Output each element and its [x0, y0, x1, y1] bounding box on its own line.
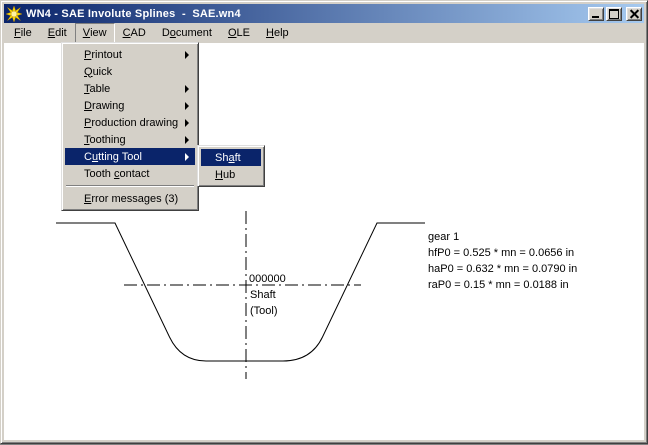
menu-item-label: Tooth contact — [84, 168, 149, 180]
submenu-item-shaft[interactable]: Shaft — [201, 149, 261, 166]
submenu-arrow-icon — [185, 102, 189, 110]
close-icon — [630, 9, 639, 18]
view-menu-item-quick[interactable]: Quick — [65, 63, 195, 80]
window-title: WN4 - SAE Involute Splines - SAE.wn4 — [26, 8, 241, 20]
minimize-icon — [592, 16, 599, 18]
view-menu-item-printout[interactable]: Printout — [65, 46, 195, 63]
maximize-icon — [609, 9, 619, 19]
view-menu-item-cutting-tool[interactable]: Cutting Tool — [65, 148, 195, 165]
app-window: WN4 - SAE Involute Splines - SAE.wn4 Fil… — [0, 0, 648, 444]
menu-document[interactable]: Document — [154, 23, 220, 43]
sun-icon[interactable] — [6, 6, 22, 22]
view-menu-item-toothing[interactable]: Toothing — [65, 131, 195, 148]
view-menu-item-tooth-contact[interactable]: Tooth contact — [65, 165, 195, 182]
window-controls — [586, 7, 642, 21]
menu-ole[interactable]: OLE — [220, 23, 258, 43]
submenu-arrow-icon — [185, 85, 189, 93]
menu-item-label: Quick — [84, 66, 112, 78]
menu-view[interactable]: View — [75, 23, 115, 43]
minimize-button[interactable] — [588, 7, 604, 21]
menu-item-label: Shaft — [215, 152, 241, 164]
submenu-arrow-icon — [185, 51, 189, 59]
view-menu-item-error-messages[interactable]: Error messages (3) — [65, 190, 195, 207]
menu-cad[interactable]: CAD — [115, 23, 154, 43]
menu-item-label: Error messages (3) — [84, 193, 178, 205]
view-menu-item-table[interactable]: Table — [65, 80, 195, 97]
menu-separator — [66, 185, 194, 187]
close-button[interactable] — [626, 7, 642, 21]
view-menu-item-drawing[interactable]: Drawing — [65, 97, 195, 114]
menu-item-label: Cutting Tool — [84, 151, 142, 163]
submenu-arrow-icon — [185, 153, 189, 161]
cutting-tool-submenu: Shaft Hub — [197, 145, 265, 187]
submenu-item-hub[interactable]: Hub — [201, 166, 261, 183]
menu-item-label: Drawing — [84, 100, 124, 112]
submenu-arrow-icon — [185, 119, 189, 127]
submenu-arrow-icon — [185, 136, 189, 144]
menu-item-label: Table — [84, 83, 110, 95]
view-dropdown-menu: Printout Quick Table Drawing Production … — [61, 42, 199, 211]
menu-item-label: Production drawing — [84, 117, 178, 129]
menu-help[interactable]: Help — [258, 23, 297, 43]
menu-item-label: Toothing — [84, 134, 126, 146]
view-menu-item-production-drawing[interactable]: Production drawing — [65, 114, 195, 131]
menu-edit[interactable]: Edit — [40, 23, 75, 43]
menu-item-label: Printout — [84, 49, 122, 61]
maximize-button[interactable] — [606, 7, 622, 21]
menu-item-label: Hub — [215, 169, 235, 181]
menubar: File Edit View CAD Document OLE Help — [4, 23, 644, 43]
titlebar[interactable]: WN4 - SAE Involute Splines - SAE.wn4 — [4, 4, 644, 23]
menu-file[interactable]: File — [6, 23, 40, 43]
